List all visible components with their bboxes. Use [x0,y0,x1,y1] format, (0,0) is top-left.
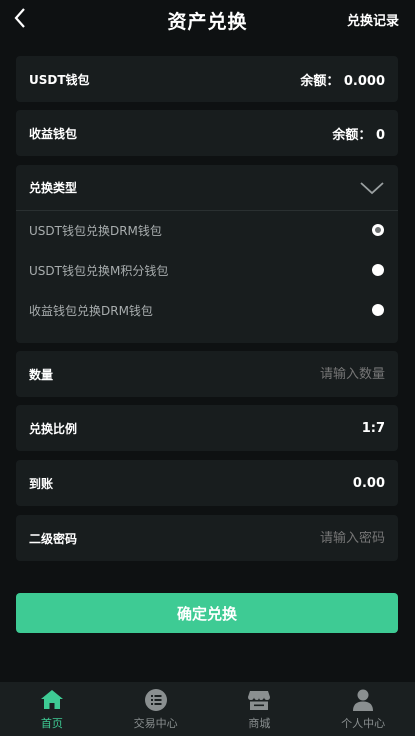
exchange-type-header[interactable]: 兑换类型 [16,165,398,211]
shop-icon [248,690,271,710]
list-icon [144,688,167,711]
app-header: 资产兑换 兑换记录 [0,0,415,40]
quantity-label: 数量 [29,367,54,382]
tab-label: 个人中心 [341,716,386,730]
arrival-value: 0.00 [352,475,385,491]
tab-home[interactable]: 首页 [0,682,104,736]
exchange-option-income-drm[interactable]: 收益钱包兑换DRM钱包 [16,290,398,330]
tab-shop[interactable]: 商城 [208,682,312,736]
exchange-option-label: USDT钱包兑换DRM钱包 [29,223,162,238]
exchange-type-label: 兑换类型 [29,181,78,195]
tab-label: 首页 [40,716,63,730]
tab-label: 商城 [248,716,271,730]
exchange-option-label: USDT钱包兑换M积分钱包 [29,263,169,278]
income-wallet-card: 收益钱包 余额： 0 [16,110,398,156]
password-card: 二级密码 [16,515,398,561]
tab-profile[interactable]: 个人中心 [311,682,415,736]
ratio-card: 兑换比例 1:7 [16,405,398,451]
chevron-left-icon [14,8,25,28]
exchange-option-usdt-m[interactable]: USDT钱包兑换M积分钱包 [16,250,398,290]
tab-trading-center[interactable]: 交易中心 [104,682,208,736]
user-icon [353,689,374,711]
exchange-option-usdt-drm[interactable]: USDT钱包兑换DRM钱包 [16,210,398,250]
exchange-type-card: 兑换类型 USDT钱包兑换DRM钱包 USDT钱包兑换M积分钱包 收益钱包兑换D… [16,165,398,343]
password-input[interactable] [225,530,385,546]
home-icon [40,689,63,709]
back-button[interactable] [8,4,32,32]
page-title: 资产兑换 [167,10,248,33]
radio-unselected[interactable] [372,304,384,316]
quantity-card: 数量 [16,351,398,397]
income-wallet-label: 收益钱包 [29,126,78,141]
quantity-input[interactable] [225,366,385,382]
usdt-wallet-label: USDT钱包 [29,72,90,87]
usdt-wallet-balance: 余额： 0.000 [300,73,385,89]
ratio-label: 兑换比例 [29,421,78,436]
radio-selected[interactable] [372,224,384,236]
tab-label: 交易中心 [133,716,178,730]
exchange-option-label: 收益钱包兑换DRM钱包 [29,303,153,318]
chevron-down-icon[interactable] [359,180,385,196]
usdt-wallet-card: USDT钱包 余额： 0.000 [16,56,398,102]
arrival-label: 到账 [29,476,54,491]
confirm-exchange-button[interactable]: 确定兑换 [16,593,398,633]
bottom-tabbar: 首页 交易中心 商城 个人中心 [0,682,415,736]
income-wallet-balance: 余额： 0 [332,127,385,143]
exchange-records-link[interactable]: 兑换记录 [347,10,399,29]
password-label: 二级密码 [29,531,78,546]
arrival-card: 到账 0.00 [16,460,398,506]
radio-unselected[interactable] [372,264,384,276]
ratio-value: 1:7 [361,420,385,436]
